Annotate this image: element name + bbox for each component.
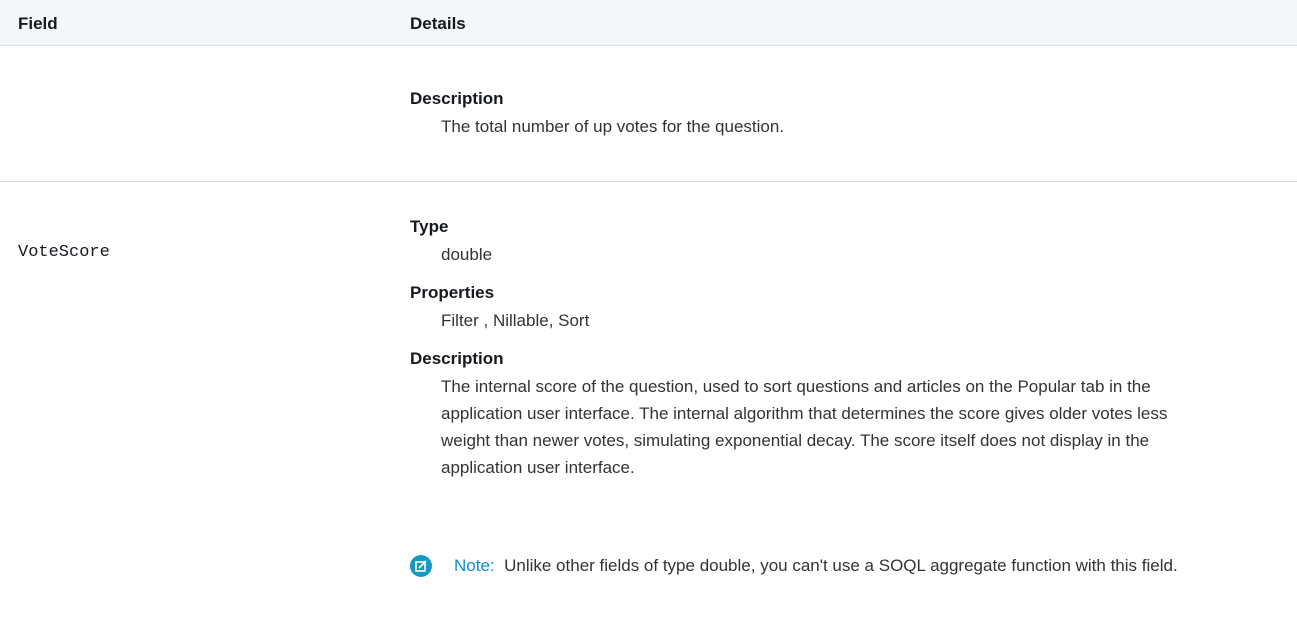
note-body: Unlike other fields of type double, you …: [504, 556, 1178, 575]
description-label: Description: [410, 349, 504, 368]
properties-label: Properties: [410, 283, 495, 302]
row-divider: [0, 181, 1297, 182]
description-text: The total number of up votes for the que…: [441, 117, 785, 136]
column-header-details: Details: [410, 14, 466, 33]
note-label: Note:: [454, 556, 495, 575]
note-text: Note: Unlike other fields of type double…: [454, 552, 1214, 579]
properties-value: Filter , Nillable, Sort: [441, 311, 590, 330]
table-header: Field Details: [0, 0, 1297, 46]
description-label: Description: [410, 89, 504, 108]
description-text: The internal score of the question, used…: [441, 377, 1168, 477]
note-edit-icon: [410, 555, 432, 577]
column-header-field: Field: [18, 14, 58, 33]
type-value: double: [441, 245, 493, 264]
field-name: VoteScore: [18, 243, 110, 262]
type-label: Type: [410, 217, 449, 236]
